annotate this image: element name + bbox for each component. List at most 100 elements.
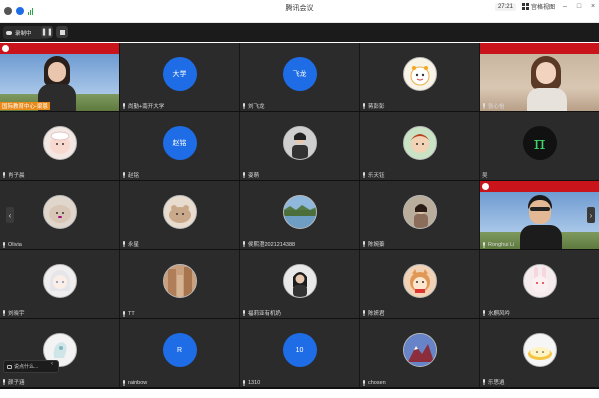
avatar	[162, 195, 197, 229]
participant-tile[interactable]: TT	[120, 250, 240, 318]
participant-name: 乐思逍	[482, 378, 505, 386]
participant-name: chosen	[362, 380, 386, 386]
mic-icon	[242, 172, 246, 178]
participant-tile[interactable]: 颜子涵	[0, 319, 120, 387]
pause-recording-button[interactable]: ❚❚	[41, 26, 53, 38]
participant-tile[interactable]: 水麒风吟	[480, 250, 599, 318]
participant-tile[interactable]: 乐思逍	[480, 319, 599, 387]
school-logo-icon	[482, 183, 489, 190]
avatar	[42, 264, 77, 298]
participant-name: 赵铭	[122, 171, 139, 179]
participant-tile[interactable]: 10 1310	[240, 319, 360, 387]
mic-icon	[362, 172, 366, 178]
pause-icon: ❚❚	[41, 29, 53, 36]
participant-video	[518, 195, 564, 249]
avatar	[402, 57, 437, 91]
avatar: R	[162, 333, 197, 367]
avatar: 大学	[162, 57, 197, 91]
video-banner	[0, 43, 119, 54]
video-banner	[480, 43, 599, 54]
participant-tile[interactable]: 陈妍君	[360, 250, 480, 318]
signal-icon	[28, 7, 33, 15]
chevron-left-icon[interactable]: ‹	[51, 361, 53, 367]
participant-tile[interactable]: Ronghui Li	[480, 181, 599, 249]
mic-icon	[2, 310, 6, 316]
participant-name: 福莉亚有机奶	[242, 309, 281, 317]
participant-name: 乐天钰	[362, 171, 385, 179]
participant-tile[interactable]: 蒋彭彭	[360, 43, 480, 111]
participant-tile[interactable]: R rainbow	[120, 319, 240, 387]
mic-icon	[362, 241, 366, 247]
participant-video	[525, 56, 569, 111]
avatar	[402, 195, 437, 229]
close-icon[interactable]: ×	[589, 3, 597, 10]
participant-tile[interactable]: 乐天钰	[360, 112, 480, 180]
maximize-icon[interactable]: □	[575, 3, 583, 10]
participant-name: TT	[122, 311, 135, 317]
avatar: 赵铭	[162, 126, 197, 160]
participant-name: 国际教育中心-梁恩	[0, 102, 50, 110]
participant-tile[interactable]: 侯熙澄2021214388	[240, 181, 360, 249]
chevron-left-icon: ‹	[8, 210, 12, 220]
mic-icon	[122, 380, 126, 386]
chevron-right-icon: ›	[589, 210, 593, 220]
participant-tile[interactable]: 飞龙 刘飞龙	[240, 43, 360, 111]
school-logo-icon	[2, 45, 9, 52]
mic-icon	[122, 172, 126, 178]
chat-placeholder: 说点什么...	[14, 364, 39, 370]
participant-tile[interactable]: 赵铭 赵铭	[120, 112, 240, 180]
prev-page-button[interactable]: ‹	[6, 207, 14, 223]
participant-name: 蒋彭彭	[362, 102, 385, 110]
view-label: 宫格视图	[530, 5, 555, 11]
mic-icon	[2, 379, 6, 385]
info-icon[interactable]	[4, 7, 12, 15]
participant-name: 侯熙澄2021214388	[242, 240, 295, 248]
shield-icon[interactable]	[16, 7, 24, 15]
participant-tile[interactable]: 张心怡	[480, 43, 599, 111]
avatar: π	[522, 126, 557, 160]
participant-name: 刘飞龙	[242, 102, 265, 110]
participant-tile[interactable]: 刘晓宇	[0, 250, 120, 318]
avatar	[42, 195, 77, 229]
participant-tile[interactable]: 永星	[120, 181, 240, 249]
avatar: 10	[282, 333, 317, 367]
avatar	[42, 126, 77, 160]
title-bar: 腾讯会议 27:21 宫格视图 – □ ×	[0, 0, 599, 23]
participant-tile[interactable]: 姿萌	[240, 112, 360, 180]
avatar	[522, 264, 557, 298]
mic-icon	[362, 380, 366, 386]
participant-tile[interactable]: chosen	[360, 319, 480, 387]
participant-name: Ronghui Li	[482, 242, 514, 248]
recording-label: 录制中	[15, 30, 32, 37]
mic-icon	[122, 241, 126, 247]
mic-icon	[482, 242, 486, 248]
participant-tile[interactable]: 大学 尚勤+南开大学	[120, 43, 240, 111]
avatar: 飞龙	[282, 57, 317, 91]
mic-icon	[242, 241, 246, 247]
participant-tile[interactable]: 国际教育中心-梁恩	[0, 43, 120, 111]
participant-tile[interactable]: 福莉亚有机奶	[240, 250, 360, 318]
video-banner	[480, 181, 599, 192]
mic-icon	[242, 103, 246, 109]
grid-icon	[521, 3, 529, 10]
participant-name: 1310	[242, 380, 260, 386]
avatar	[282, 126, 317, 160]
mic-icon	[2, 172, 6, 178]
window-bottom	[0, 389, 599, 398]
mic-icon	[482, 379, 486, 385]
minimize-icon[interactable]: –	[561, 3, 569, 10]
chat-icon	[7, 364, 12, 369]
stop-recording-button[interactable]	[56, 26, 68, 38]
participant-name: 尚勤+南开大学	[122, 102, 164, 110]
participant-name: 永星	[122, 240, 139, 248]
participant-tile[interactable]: Olivia	[0, 181, 120, 249]
view-switch-button[interactable]: 宫格视图	[521, 2, 555, 11]
participant-tile[interactable]: 肖子晨	[0, 112, 120, 180]
participant-tile[interactable]: 陈婉蓁	[360, 181, 480, 249]
participant-name: 吴	[482, 173, 488, 179]
mic-icon	[122, 103, 126, 109]
participant-name: Olivia	[2, 242, 22, 248]
next-page-button[interactable]: ›	[587, 207, 595, 223]
avatar	[402, 126, 437, 160]
participant-tile[interactable]: π 吴	[480, 112, 599, 180]
